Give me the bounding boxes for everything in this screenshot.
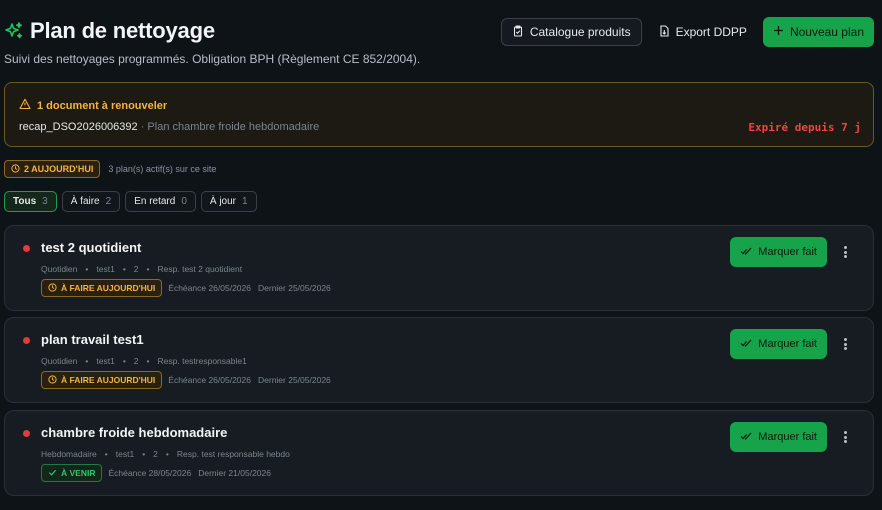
file-download-icon [658, 24, 670, 40]
alert-header: 1 document à renouveler [19, 97, 167, 115]
filter-count: 1 [242, 196, 248, 207]
mark-done-button[interactable]: Marquer fait [730, 237, 827, 267]
check-check-icon [740, 246, 752, 259]
active-plans-count: 3 plan(s) actif(s) sur ce site [108, 164, 217, 174]
mark-done-button[interactable]: Marquer fait [730, 422, 827, 452]
status-badge: À FAIRE AUJOURD'HUI [41, 279, 163, 297]
filter-count: 0 [181, 196, 187, 207]
plus-icon [773, 25, 784, 39]
mark-done-button[interactable]: Marquer fait [730, 329, 827, 359]
plan-number: 2 [133, 356, 139, 366]
plan-number: 2 [153, 449, 158, 459]
filter-label: À jour [209, 196, 237, 207]
expired-label: Expiré depuis 7 j [748, 121, 861, 134]
plan-title[interactable]: chambre froide hebdomadaire [41, 425, 227, 440]
plan-meta: Quotidien • test1 • 2 • Resp. testresponsab… [41, 356, 247, 366]
filter-label: Tous [13, 196, 37, 207]
plan-responsible: Resp. test 2 quotidient [157, 264, 243, 274]
plan-due-date: Échéance 28/05/2026 [108, 468, 192, 478]
status-badge-label: À FAIRE AUJOURD'HUI [61, 283, 156, 293]
clipboard-icon [512, 24, 524, 40]
plan-site: test1 [96, 264, 115, 274]
plan-meta: Hebdomadaire • test1 • 2 • Resp. test respo… [41, 449, 290, 459]
document-name: recap_DSO2026006392 [19, 121, 138, 133]
plan-dates: Échéance 28/05/2026 Dernier 21/05/2026 [108, 468, 271, 478]
plan-card: chambre froide hebdomadaire Hebdomadaire… [4, 410, 874, 496]
plan-last-date: Dernier 25/05/2026 [258, 283, 331, 293]
plan-last-date: Dernier 21/05/2026 [198, 468, 271, 478]
plan-frequency: Quotidien [41, 264, 78, 274]
plan-responsible: Resp. testresponsable1 [157, 356, 247, 366]
sparkles-icon [4, 21, 24, 41]
filter-label: À faire [70, 196, 100, 207]
filter-count: 2 [105, 196, 112, 207]
filter-todo[interactable]: À faire 2 [61, 191, 121, 212]
summary-row: 2 AUJOURD'HUI 3 plan(s) actif(s) sur ce … [4, 160, 216, 178]
plan-dates: Échéance 26/05/2026 Dernier 25/05/2026 [168, 375, 331, 385]
today-badge-label: 2 AUJOURD'HUI [24, 164, 94, 174]
clock-icon [48, 282, 57, 294]
plan-status-row: À FAIRE AUJOURD'HUI Échéance 26/05/2026 … [41, 279, 331, 297]
export-button[interactable]: Export DDPP [650, 18, 755, 46]
renewal-alert: 1 document à renouveler recap_DSO2026006… [4, 82, 874, 147]
plan-due-date: Échéance 26/05/2026 [168, 283, 251, 293]
clock-icon [11, 163, 20, 175]
plan-frequency: Hebdomadaire [41, 449, 97, 459]
warning-icon [19, 97, 31, 115]
title-group: Plan de nettoyage [4, 18, 215, 44]
mark-done-label: Marquer fait [758, 246, 817, 258]
plan-status-row: À FAIRE AUJOURD'HUI Échéance 26/05/2026 … [41, 371, 331, 389]
clock-icon [48, 374, 57, 386]
plan-number: 2 [133, 264, 139, 274]
plan-card: plan travail test1 Quotidien • test1 • 2 • … [4, 317, 874, 403]
alert-document[interactable]: recap_DSO2026006392 · Plan chambre froid… [19, 121, 319, 133]
catalog-button-label: Catalogue produits [529, 25, 631, 39]
filter-tabs: Tous 3 À faire 2 En retard 0 À jour 1 [4, 191, 257, 212]
check-check-icon [740, 431, 752, 444]
status-dot [23, 430, 30, 437]
plan-responsible: Resp. test responsable hebdo [176, 449, 290, 459]
plan-site: test1 [96, 356, 115, 366]
new-plan-button[interactable]: Nouveau plan [762, 17, 874, 47]
document-description: · Plan chambre froide hebdomadaire [137, 121, 320, 133]
filter-all[interactable]: Tous 3 [4, 191, 57, 212]
filter-label: En retard [134, 196, 176, 207]
plan-title[interactable]: test 2 quotidient [41, 240, 141, 255]
more-options-icon[interactable] [839, 336, 851, 352]
plan-title[interactable]: plan travail test1 [41, 332, 144, 347]
status-badge: À VENIR [41, 464, 103, 482]
more-options-icon[interactable] [839, 429, 851, 445]
plan-meta: Quotidien • test1 • 2 • Resp. test 2 quotid… [41, 264, 243, 274]
catalog-button[interactable]: Catalogue produits [500, 18, 642, 46]
plan-due-date: Échéance 26/05/2026 [168, 375, 251, 385]
check-icon [48, 468, 57, 479]
plan-status-row: À VENIR Échéance 28/05/2026 Dernier 21/0… [41, 464, 271, 482]
mark-done-label: Marquer fait [758, 338, 817, 350]
export-button-label: Export DDPP [675, 25, 747, 39]
header-actions: Catalogue produits Export DDPP Nouveau p… [500, 17, 874, 47]
mark-done-label: Marquer fait [758, 431, 817, 443]
status-badge: À FAIRE AUJOURD'HUI [41, 371, 163, 389]
plan-dates: Échéance 26/05/2026 Dernier 25/05/2026 [168, 283, 331, 293]
status-dot [23, 337, 30, 344]
check-check-icon [740, 338, 752, 351]
alert-title: 1 document à renouveler [37, 100, 168, 112]
plan-site: test1 [115, 449, 135, 459]
filter-up-to-date[interactable]: À jour 1 [200, 191, 257, 212]
plan-card: test 2 quotidient Quotidien • test1 • 2 • R… [4, 225, 874, 311]
more-options-icon[interactable] [839, 244, 851, 260]
page-title: Plan de nettoyage [30, 18, 215, 43]
filter-late[interactable]: En retard 0 [125, 191, 196, 212]
new-plan-button-label: Nouveau plan [789, 25, 864, 39]
status-badge-label: À VENIR [61, 468, 96, 478]
filter-count: 3 [42, 196, 48, 207]
status-dot [23, 245, 30, 252]
status-badge-label: À FAIRE AUJOURD'HUI [61, 375, 156, 385]
page-subtitle: Suivi des nettoyages programmés. Obligat… [4, 52, 421, 66]
plan-last-date: Dernier 25/05/2026 [258, 375, 331, 385]
today-badge: 2 AUJOURD'HUI [4, 160, 101, 178]
plan-frequency: Quotidien [41, 356, 78, 366]
